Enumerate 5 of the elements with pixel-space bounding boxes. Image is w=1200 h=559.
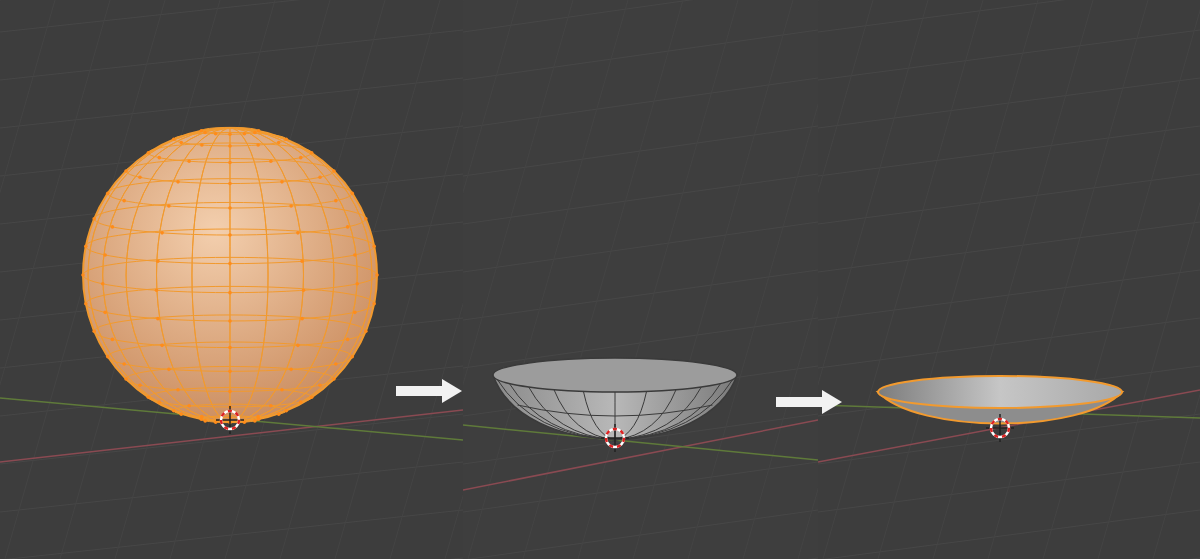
arrow-icon (776, 390, 842, 414)
3d-cursor-icon (600, 423, 630, 453)
arrow-icon (396, 379, 462, 403)
3d-cursor-icon (985, 413, 1015, 443)
3d-cursor-icon (215, 405, 245, 435)
